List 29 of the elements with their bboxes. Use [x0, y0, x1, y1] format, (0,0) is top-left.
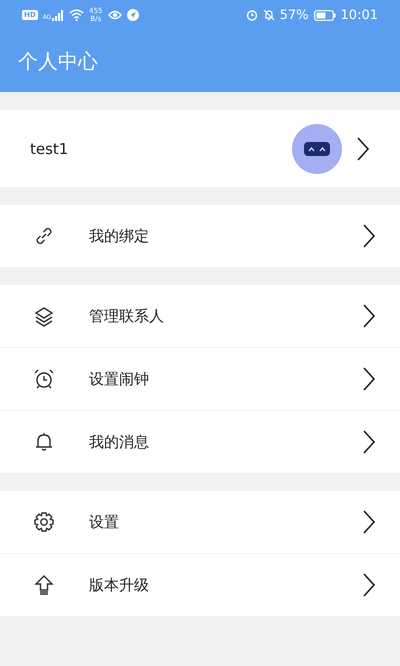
chevron-right-icon [362, 304, 376, 328]
muted-bell-icon [262, 9, 275, 21]
settings-icon [32, 510, 56, 534]
eye-icon [108, 10, 122, 20]
username: test1 [30, 140, 70, 158]
profile-row[interactable]: test1 [0, 110, 400, 187]
page-title: 个人中心 [18, 48, 98, 74]
menu-item[interactable]: 设置闹钟 [0, 347, 400, 410]
menu-item[interactable]: 管理联系人 [0, 285, 400, 347]
menu-item[interactable]: 版本升级 [0, 553, 400, 616]
chevron-right-icon [362, 430, 376, 454]
menu-item[interactable]: 我的消息 [0, 410, 400, 473]
up-arrow-icon [32, 573, 56, 597]
menu-item[interactable]: 设置 [0, 491, 400, 553]
menu-item[interactable]: 我的绑定 [0, 205, 400, 267]
alarm-clock-icon [246, 9, 258, 21]
alarm-clock-icon [32, 367, 56, 391]
navigation-icon [126, 9, 139, 21]
chevron-right-icon [362, 573, 376, 597]
signal-icon [52, 10, 64, 20]
clock-time: 10:01 [340, 8, 378, 22]
battery-percent: 57% [280, 8, 309, 22]
wifi-icon [69, 9, 84, 21]
chevron-right-icon [362, 367, 376, 391]
avatar-icon [292, 124, 342, 174]
chevron-right-icon [356, 136, 370, 160]
chevron-right-icon [362, 224, 376, 248]
battery-icon [314, 10, 336, 20]
chevron-right-icon [362, 510, 376, 534]
